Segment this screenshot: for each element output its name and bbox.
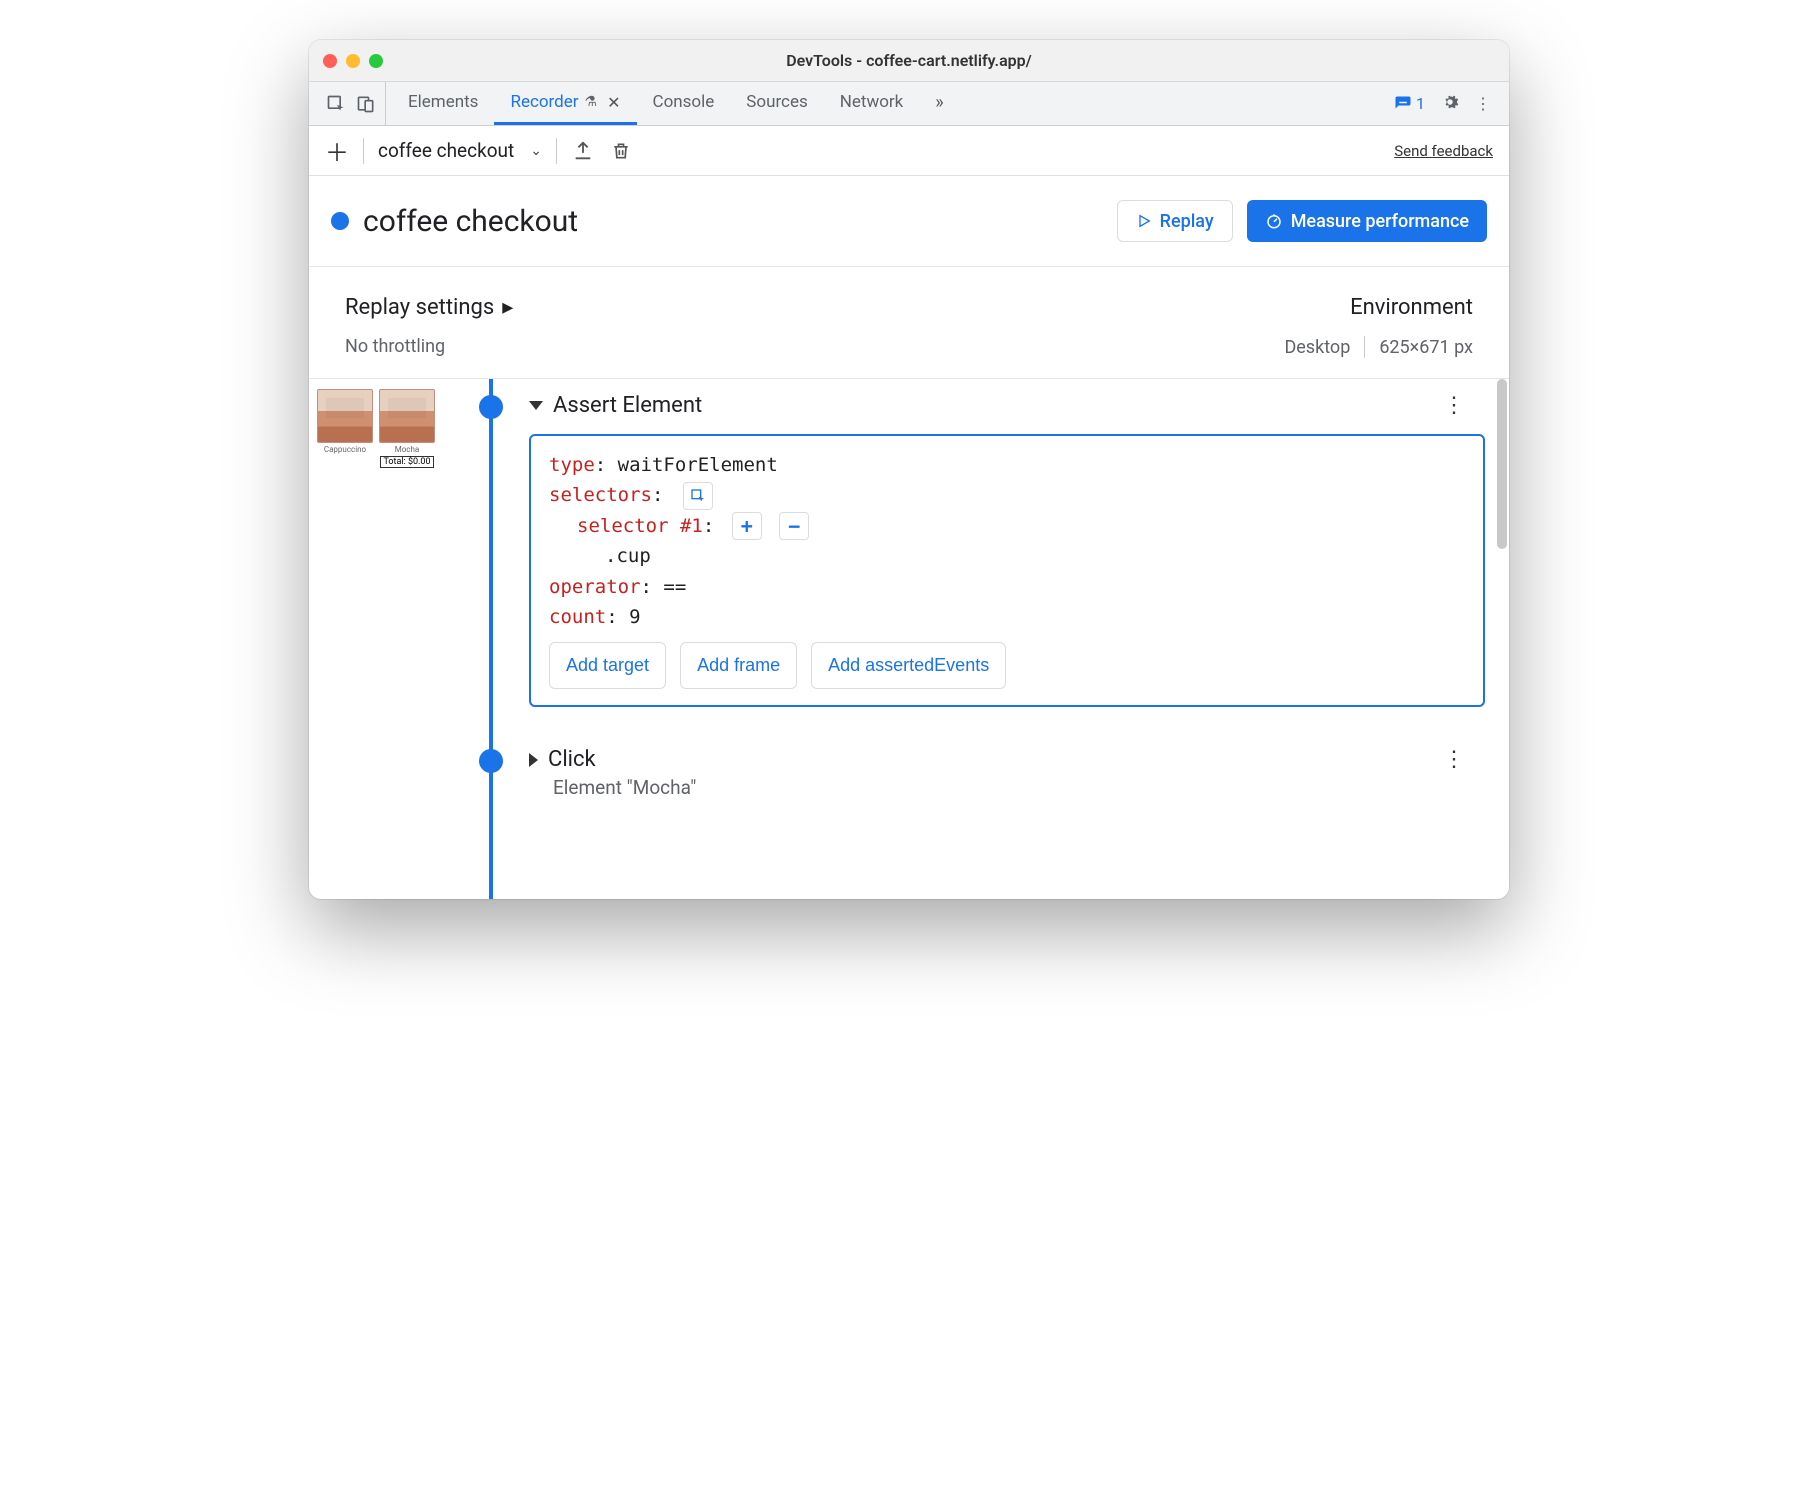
recording-select[interactable]: coffee checkout ⌄ (378, 139, 542, 162)
devtools-window: DevTools - coffee-cart.netlify.app/ Elem… (309, 40, 1509, 899)
inspect-element-icon[interactable] (325, 93, 347, 115)
settings-row: Replay settings ▸ No throttling Environm… (309, 267, 1509, 379)
env-device: Desktop (1284, 337, 1350, 358)
add-frame-button[interactable]: Add frame (680, 642, 797, 689)
recorder-toolbar: ＋ coffee checkout ⌄ Send feedback (309, 126, 1509, 176)
recording-title: coffee checkout (363, 204, 578, 239)
replay-button[interactable]: Replay (1117, 200, 1233, 242)
minimize-window-icon[interactable] (346, 54, 360, 68)
settings-gear-icon[interactable] (1439, 91, 1461, 117)
window-controls (323, 54, 383, 68)
remove-selector-button[interactable]: − (779, 512, 809, 540)
kebab-menu-icon[interactable]: ⋮ (1475, 94, 1491, 113)
replay-settings-toggle[interactable]: Replay settings ▸ (345, 295, 513, 320)
export-icon[interactable] (571, 139, 595, 163)
send-feedback-link[interactable]: Send feedback (1394, 142, 1493, 160)
add-asserted-events-button[interactable]: Add assertedEvents (811, 642, 1006, 689)
env-dimensions: 625×671 px (1379, 337, 1473, 358)
expand-caret-icon[interactable] (529, 401, 543, 410)
throttling-label: No throttling (345, 336, 513, 357)
step-dot-icon (479, 395, 503, 419)
timeline: Assert Element ⋮ type: waitForElement se… (459, 379, 1509, 899)
step-details: type: waitForElement selectors: selector… (529, 434, 1485, 707)
delete-icon[interactable] (609, 139, 633, 163)
add-target-button[interactable]: Add target (549, 642, 666, 689)
issues-badge[interactable]: 1 (1394, 94, 1425, 113)
device-toggle-icon[interactable] (355, 93, 377, 115)
devtools-tabbar: Elements Recorder ⚗ ✕ Console Sources Ne… (309, 82, 1509, 126)
window-titlebar: DevTools - coffee-cart.netlify.app/ (309, 40, 1509, 82)
step-menu-icon[interactable]: ⋮ (1443, 393, 1465, 418)
pick-selector-icon[interactable] (683, 482, 713, 510)
add-selector-button[interactable]: + (732, 512, 762, 540)
expand-caret-icon[interactable] (529, 753, 538, 767)
tab-console[interactable]: Console (637, 82, 731, 125)
more-tabs-icon[interactable]: » (919, 82, 959, 125)
window-title: DevTools - coffee-cart.netlify.app/ (309, 51, 1509, 70)
screenshot-thumbnails: Cappuccino Mocha Total: $0.00 (309, 379, 459, 899)
thumbnail[interactable] (379, 389, 435, 443)
step-menu-icon[interactable]: ⋮ (1443, 747, 1465, 772)
chevron-down-icon: ⌄ (530, 143, 542, 159)
chevron-right-icon: ▸ (502, 295, 513, 320)
flask-icon: ⚗ (585, 94, 598, 110)
tab-network[interactable]: Network (824, 82, 920, 125)
tab-recorder[interactable]: Recorder ⚗ ✕ (494, 82, 636, 125)
environment-label: Environment (1284, 295, 1473, 320)
tab-sources[interactable]: Sources (730, 82, 823, 125)
step-click: Click ⋮ Element "Mocha" (459, 747, 1485, 799)
scrollbar[interactable] (1497, 379, 1507, 549)
close-tab-icon[interactable]: ✕ (607, 93, 620, 112)
recording-status-icon (331, 212, 349, 230)
steps-area: Cappuccino Mocha Total: $0.00 Assert Ele… (309, 379, 1509, 899)
step-dot-icon (479, 749, 503, 773)
tab-elements[interactable]: Elements (392, 82, 494, 125)
new-recording-button[interactable]: ＋ (325, 139, 349, 163)
step-assert-element: Assert Element ⋮ type: waitForElement se… (459, 393, 1485, 707)
zoom-window-icon[interactable] (369, 54, 383, 68)
close-window-icon[interactable] (323, 54, 337, 68)
thumbnail[interactable] (317, 389, 373, 443)
recording-header: coffee checkout Replay Measure performan… (309, 176, 1509, 267)
measure-performance-button[interactable]: Measure performance (1247, 200, 1487, 242)
